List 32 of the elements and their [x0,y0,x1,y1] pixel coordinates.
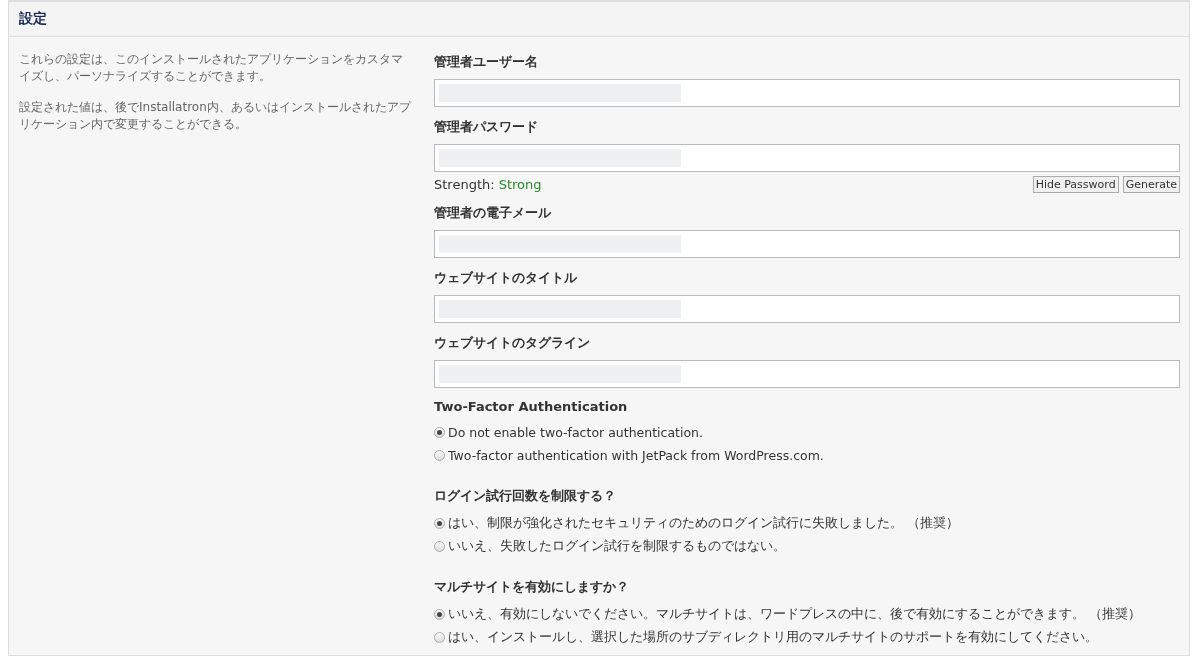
field-label: ウェブサイトのタグライン [434,334,591,352]
option-label: Do not enable two-factor authentication. [448,425,703,440]
panel-title: 設定 [9,0,1189,37]
field-label: ウェブサイトのタイトル [434,269,578,287]
radio-button[interactable] [434,541,445,552]
strength-value: Strong [498,177,542,192]
strength-label: Strength: [434,177,495,192]
field-label: 管理者の電子メール [434,204,552,222]
radio-button[interactable] [434,427,445,438]
group-label: Two-Factor Authentication [434,399,629,414]
password-field[interactable] [434,144,1180,172]
group-label: マルチサイトを有効にしますか？ [434,578,630,596]
radio-button[interactable] [434,518,445,529]
group-label: ログイン試行回数を制限する？ [434,487,617,505]
hide-password-button[interactable]: Hide Password [1032,176,1119,193]
input-field[interactable] [434,295,1180,323]
input-field[interactable] [434,360,1180,388]
field-label: 管理者ユーザー名 [434,53,539,71]
option-label: いいえ、有効にしないでください。マルチサイトは、ワードプレスの中に、後で有効にすることができます。 （推奨） [448,606,1141,623]
field-label: 管理者パスワード [434,118,539,136]
option-label: はい、インストールし、選択した場所のサブディレクトリ用のマルチサイトのサポートを有効にしてください。 [448,629,1098,646]
option-label: いいえ、失敗したログイン試行を制限するものではない。 [448,538,786,555]
description-text: 設定された値は、後でInstallatron内、あるいはインストールされたアプリケーション内で変更することができる。 [19,99,411,133]
generate-button[interactable]: Generate [1122,176,1180,193]
option-label: Two-factor authentication with JetPack from WordPress.com. [448,448,824,463]
input-field[interactable] [434,79,1180,107]
input-field[interactable] [434,230,1180,258]
description-text: これらの設定は、このインストールされたアプリケーションをカスタマイズし、パーソナライズすることができます。 [19,51,404,85]
radio-button[interactable] [434,609,445,620]
radio-button[interactable] [434,632,445,643]
option-label: はい、制限が強化されたセキュリティのためのログイン試行に失敗しました。 （推奨） [448,515,959,532]
radio-button[interactable] [434,450,445,461]
